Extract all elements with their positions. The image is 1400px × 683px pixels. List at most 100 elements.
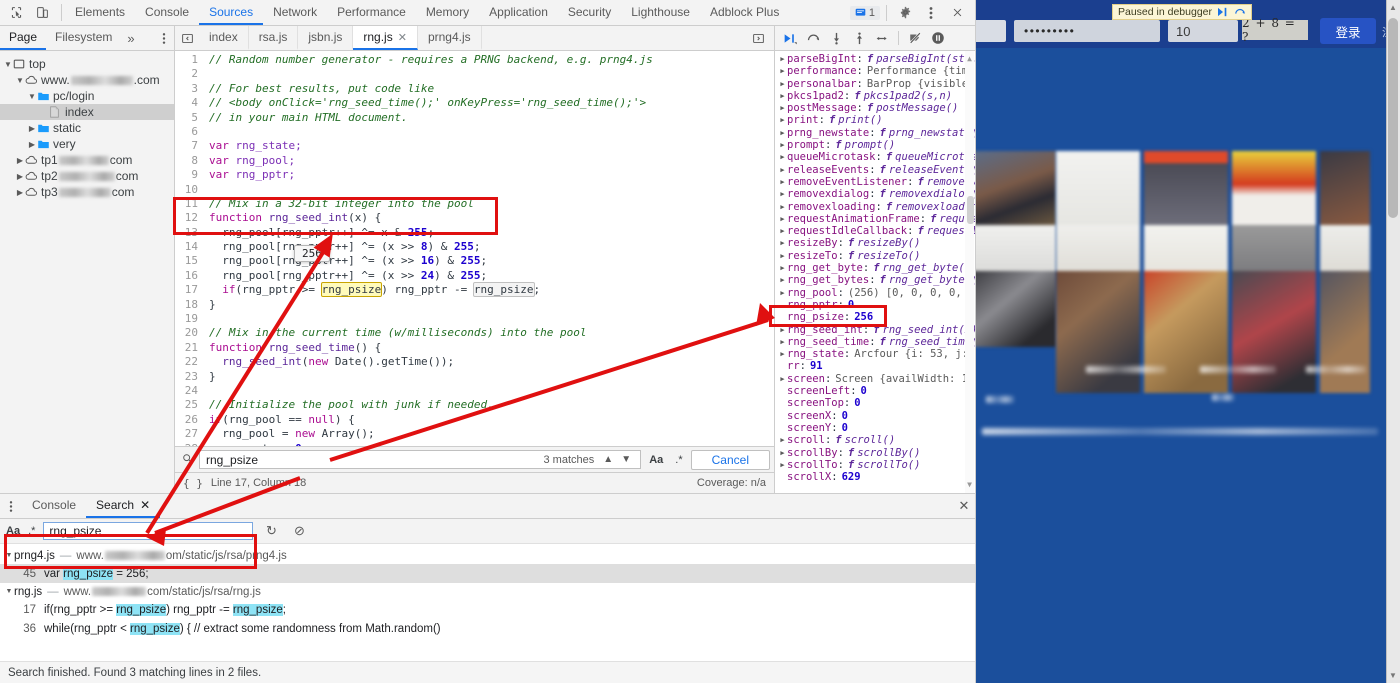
chevron-right-icon[interactable]: ▶ bbox=[778, 151, 787, 163]
code-viewer[interactable]: 1 // Random number generator - requires a… bbox=[175, 51, 774, 446]
scope-entry-screen[interactable]: ▶ screen: Screen {availWidth: 192… bbox=[775, 373, 975, 385]
code-line-number[interactable]: 15 bbox=[175, 254, 205, 268]
search-result-file[interactable]: ▼ prng4.js — www. om/static/js/rsa/prng4.js bbox=[0, 547, 975, 564]
chevron-right-icon[interactable]: ▶ bbox=[15, 188, 25, 197]
scope-entry-print[interactable]: ▶ print: f print() bbox=[775, 114, 975, 126]
scope-entry-resizeBy[interactable]: ▶ resizeBy: f resizeBy() bbox=[775, 237, 975, 249]
settings-gear-icon[interactable] bbox=[893, 2, 917, 24]
chevron-down-icon[interactable]: ▼ bbox=[27, 92, 37, 101]
find-next-icon[interactable]: ▼ bbox=[618, 454, 634, 465]
tree-item-tp3[interactable]: ▶ tp3 com bbox=[0, 184, 174, 200]
chevron-right-icon[interactable]: ▶ bbox=[778, 434, 787, 446]
scope-variables-list[interactable]: ▲ ▼ ▶parseBigInt:fparseBigInt(str,…)▶per… bbox=[775, 51, 975, 493]
chevron-right-icon[interactable]: ▶ bbox=[15, 156, 25, 165]
chevron-right-icon[interactable]: ▶ bbox=[778, 225, 787, 237]
scope-entry-parseBigInt[interactable]: ▶parseBigInt:fparseBigInt(str,…) bbox=[775, 53, 975, 65]
code-line-number[interactable]: 19 bbox=[175, 312, 205, 326]
step-icon[interactable] bbox=[872, 28, 892, 48]
search-result-line[interactable]: 45 var rng_psize = 256; bbox=[0, 564, 975, 583]
chevron-right-icon[interactable]: ▶ bbox=[778, 65, 787, 77]
scope-entry-performance[interactable]: ▶ performance: Performance {timeO… bbox=[775, 65, 975, 77]
code-line-number[interactable]: 9 bbox=[175, 168, 205, 182]
scope-scroll-thumb[interactable] bbox=[967, 196, 974, 224]
find-prev-icon[interactable]: ▲ bbox=[600, 454, 616, 465]
chevron-right-icon[interactable]: ▶ bbox=[778, 237, 787, 249]
code-line-number[interactable]: 3 bbox=[175, 82, 205, 96]
chevron-right-icon[interactable]: ▶ bbox=[778, 348, 787, 360]
chevron-right-icon[interactable]: ▶ bbox=[27, 140, 37, 149]
code-line-number[interactable]: 26 bbox=[175, 413, 205, 427]
page-card-5[interactable] bbox=[1320, 151, 1370, 393]
code-line-number[interactable]: 12 bbox=[175, 211, 205, 225]
scope-entry-scrollBy[interactable]: ▶ scrollBy: f scrollBy() bbox=[775, 447, 975, 459]
page-card-2[interactable] bbox=[1056, 151, 1140, 393]
page-scroll-up-icon[interactable]: ▲ bbox=[1388, 3, 1398, 12]
scope-entry-rng_seed_int[interactable]: ▶ rng_seed_int: f rng_seed_int(x) bbox=[775, 324, 975, 336]
scope-entry-rng_get_bytes[interactable]: ▶ rng_get_bytes: f rng_get_bytes(… bbox=[775, 274, 975, 286]
editor-tab-rng-js[interactable]: rng.js ✕ bbox=[353, 26, 418, 50]
banner-step-over-icon[interactable] bbox=[1234, 7, 1246, 17]
code-line-number[interactable]: 23 bbox=[175, 370, 205, 384]
find-cancel-button[interactable]: Cancel bbox=[690, 449, 770, 470]
scope-entry-screenLeft[interactable]: screenLeft:0 bbox=[775, 385, 975, 397]
code-line-number[interactable]: 28 bbox=[175, 442, 205, 446]
chevron-right-icon[interactable]: ▶ bbox=[778, 373, 787, 385]
clear-search-icon[interactable]: ⊘ bbox=[289, 523, 309, 539]
search-result-file[interactable]: ▼ rng.js — www. com/static/js/rsa/rng.js bbox=[0, 583, 975, 600]
page-login-button[interactable]: 登录 bbox=[1320, 18, 1376, 44]
scope-entry-removexloading[interactable]: ▶ removexloading: f removexloadin… bbox=[775, 201, 975, 213]
chevron-down-icon[interactable]: ▼ bbox=[15, 76, 25, 85]
scope-entry-prng_newstate[interactable]: ▶ prng_newstate: f prng_newstate() bbox=[775, 127, 975, 139]
page-card-1[interactable] bbox=[976, 151, 1056, 347]
chevron-right-icon[interactable]: ▶ bbox=[778, 127, 787, 139]
show-debugger-sidebar-icon[interactable] bbox=[746, 32, 770, 45]
code-line-number[interactable]: 22 bbox=[175, 355, 205, 369]
scope-entry-personalbar[interactable]: ▶ personalbar: BarProp {visible: … bbox=[775, 78, 975, 90]
scope-entry-releaseEvents[interactable]: ▶ releaseEvents: f releaseEvents() bbox=[775, 164, 975, 176]
tree-item-static[interactable]: ▶ static bbox=[0, 120, 174, 136]
navigator-kebab-icon[interactable] bbox=[154, 26, 174, 50]
scope-entry-postMessage[interactable]: ▶ postMessage: f postMessage() bbox=[775, 102, 975, 114]
scope-entry-requestAnimationFrame[interactable]: ▶requestAnimationFrame:freques… bbox=[775, 213, 975, 225]
editor-tab-close-icon[interactable]: ✕ bbox=[398, 31, 407, 44]
scope-entry-removeEventListener[interactable]: ▶removeEventListener:fremoveEv… bbox=[775, 176, 975, 188]
chevron-right-icon[interactable]: ▶ bbox=[778, 78, 787, 90]
navigator-more-tabs-icon[interactable]: » bbox=[121, 26, 140, 50]
tree-item-tp1[interactable]: ▶ tp1 com bbox=[0, 152, 174, 168]
tree-item-www[interactable]: ▼ www. .com bbox=[0, 72, 174, 88]
scope-entry-rng_psize[interactable]: rng_psize:256 bbox=[775, 311, 975, 323]
tab-memory[interactable]: Memory bbox=[416, 0, 479, 25]
messages-badge[interactable]: 1 bbox=[849, 5, 880, 20]
pause-on-exceptions-icon[interactable] bbox=[928, 28, 948, 48]
chevron-right-icon[interactable]: ▶ bbox=[778, 287, 787, 299]
scope-entry-resizeTo[interactable]: ▶ resizeTo: f resizeTo() bbox=[775, 250, 975, 262]
tree-item-very[interactable]: ▶ very bbox=[0, 136, 174, 152]
code-line-number[interactable]: 17 bbox=[175, 283, 205, 297]
scope-entry-requestIdleCallback[interactable]: ▶requestIdleCallback:frequestI… bbox=[775, 225, 975, 237]
code-line-number[interactable]: 14 bbox=[175, 240, 205, 254]
code-line-number[interactable]: 16 bbox=[175, 269, 205, 283]
scope-entry-screenY[interactable]: screenY:0 bbox=[775, 422, 975, 434]
scope-entry-pkcs1pad2[interactable]: ▶ pkcs1pad2: f pkcs1pad2(s,n) bbox=[775, 90, 975, 102]
page-scroll-down-icon[interactable]: ▼ bbox=[1388, 671, 1398, 680]
more-options-kebab-icon[interactable] bbox=[919, 2, 943, 24]
navigator-tab-page[interactable]: Page bbox=[0, 26, 47, 50]
chevron-right-icon[interactable]: ▶ bbox=[778, 324, 787, 336]
code-line-number[interactable]: 8 bbox=[175, 154, 205, 168]
find-regex-button[interactable]: .* bbox=[671, 454, 686, 466]
toggle-device-toolbar-icon[interactable] bbox=[30, 2, 54, 24]
search-match-case-button[interactable]: Aa bbox=[6, 525, 20, 537]
editor-tab-rsa-js[interactable]: rsa.js bbox=[249, 26, 299, 50]
scope-scroll-down-icon[interactable]: ▼ bbox=[965, 479, 974, 491]
drawer-tab-console[interactable]: Console bbox=[22, 494, 86, 518]
deactivate-breakpoints-icon[interactable] bbox=[905, 28, 925, 48]
chevron-right-icon[interactable]: ▶ bbox=[778, 201, 787, 213]
chevron-right-icon[interactable]: ▶ bbox=[15, 172, 25, 181]
chevron-right-icon[interactable]: ▶ bbox=[778, 139, 787, 151]
drawer-tab-search-close-icon[interactable]: ✕ bbox=[140, 498, 150, 512]
scope-entry-rng_get_byte[interactable]: ▶ rng_get_byte: f rng_get_byte() bbox=[775, 262, 975, 274]
tab-elements[interactable]: Elements bbox=[65, 0, 135, 25]
chevron-right-icon[interactable]: ▶ bbox=[778, 188, 787, 200]
close-devtools-icon[interactable] bbox=[945, 2, 969, 24]
scope-entry-screenTop[interactable]: screenTop:0 bbox=[775, 397, 975, 409]
